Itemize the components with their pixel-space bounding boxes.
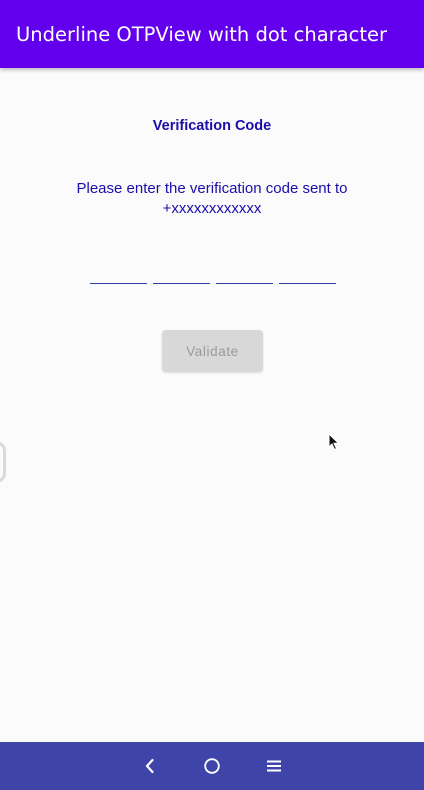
mouse-cursor-icon [328,433,340,451]
otp-box-3[interactable] [216,258,273,284]
nav-back-button[interactable] [134,750,166,782]
app-bar: Underline OTPView with dot character [0,0,424,68]
system-navigation-bar [0,742,424,790]
nav-home-button[interactable] [196,750,228,782]
verification-heading: Verification Code [152,118,272,134]
validate-button[interactable]: Validate [162,330,263,372]
screen: Underline OTPView with dot character Ver… [0,0,424,790]
otp-box-4[interactable] [279,258,336,284]
app-bar-title: Underline OTPView with dot character [16,22,388,46]
verification-instruction: Please enter the verification code sent … [76,180,348,217]
verification-content: Verification Code Please enter the verif… [0,68,424,742]
circle-home-icon [204,758,220,774]
nav-menu-button[interactable] [258,750,290,782]
otp-input-row [90,258,336,284]
chevron-left-icon [145,758,154,774]
otp-box-2[interactable] [153,258,210,284]
hamburger-menu-icon [267,760,281,772]
otp-box-1[interactable] [90,258,147,284]
side-edge-arc [0,441,6,483]
